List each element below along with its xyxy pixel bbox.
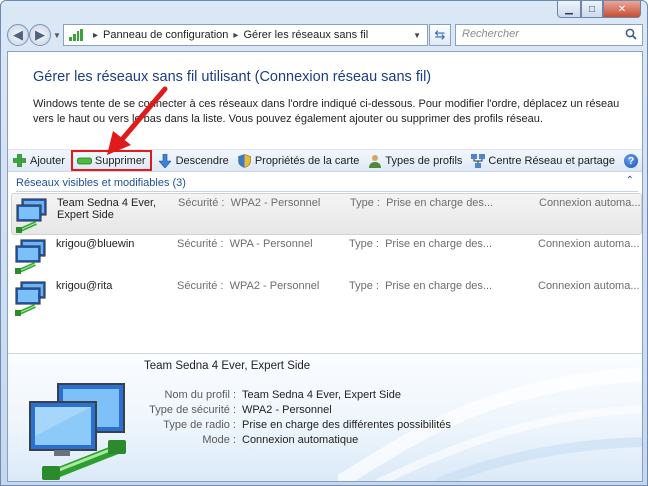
remove-label: Supprimer [94,154,146,167]
network-mode: Connexion automa... [538,238,640,250]
minimize-button[interactable]: ▁ [557,1,581,18]
history-dropdown[interactable]: ▼ [53,31,61,40]
add-label: Ajouter [30,154,65,167]
profile-types-label: Types de profils [385,154,463,167]
network-center-button[interactable]: Centre Réseau et partage [466,150,619,171]
help-icon[interactable]: ? [624,154,638,168]
move-down-label: Descendre [175,154,229,167]
background-swirl [338,367,642,481]
network-type: Type : Prise en charge des... [350,197,494,209]
details-radio: Type de radio : Prise en charge des diff… [163,419,451,431]
maximize-icon: □ [588,3,596,15]
details-profile: Nom du profil : Team Sedna 4 Ever, Exper… [164,389,401,401]
wireless-network-icon [15,239,46,274]
wireless-network-icon [15,281,46,316]
toolbar: Ajouter Supprimer Descendre Propriétés d… [8,149,642,172]
network-mode: Connexion automa... [539,197,641,209]
add-button[interactable]: Ajouter [8,150,69,171]
control-panel-icon [69,29,83,41]
adapter-properties-label: Propriétés de la carte [254,154,360,167]
network-security: Sécurité : WPA - Personnel [177,238,313,250]
network-name: krigou@bluewin [56,238,135,250]
breadcrumb-separator: ▸ [93,29,99,41]
details-pane: Team Sedna 4 Ever, Expert Side Nom du pr… [8,353,642,481]
network-security: Sécurité : WPA2 - Personnel [178,197,321,209]
network-row[interactable]: krigou@bluewin Sécurité : WPA - Personne… [11,235,642,277]
refresh-icon: ⇆ [434,27,446,42]
close-icon: ✕ [617,3,627,15]
network-row[interactable]: Team Sedna 4 Ever, Expert Side Sécurité … [11,193,642,235]
move-down-icon [158,153,173,168]
group-label: Réseaux visibles et modifiables (3) [16,177,186,189]
wireless-network-large-icon [29,383,126,480]
network-icon [470,153,485,168]
address-dropdown-icon[interactable]: ▼ [413,31,421,40]
back-button[interactable]: ◀ [7,24,29,46]
add-icon [12,153,27,168]
search-icon[interactable] [625,28,637,40]
minimize-icon: ▁ [565,3,573,15]
remove-button[interactable]: Supprimer [70,150,152,171]
remove-icon [76,153,92,168]
search-input[interactable]: Rechercher [455,24,643,46]
page-title: Gérer les réseaux sans fil utilisant (Co… [33,69,432,85]
content-area: Gérer les réseaux sans fil utilisant (Co… [7,51,643,482]
adapter-properties-button[interactable]: Propriétés de la carte [233,150,364,171]
breadcrumb-control-panel[interactable]: Panneau de configuration [103,29,228,41]
network-security: Sécurité : WPA2 - Personnel [177,280,320,292]
move-down-button[interactable]: Descendre [154,150,233,171]
network-name: Team Sedna 4 Ever, Expert Side [57,197,157,221]
back-arrow-icon: ◀ [13,27,23,42]
forward-arrow-icon: ▶ [35,27,45,42]
details-security: Type de sécurité : WPA2 - Personnel [149,404,332,416]
navigation-bar: ◀ ▶ ▼ ▸ Panneau de configuration ▸ Gérer… [7,23,643,47]
details-mode: Mode : Connexion automatique [202,434,359,446]
breadcrumb-wireless[interactable]: Gérer les réseaux sans fil [243,29,368,41]
network-center-label: Centre Réseau et partage [488,154,616,167]
chevron-up-icon[interactable]: ⌃ [626,175,634,186]
forward-button[interactable]: ▶ [29,24,51,46]
network-row[interactable]: krigou@rita Sécurité : WPA2 - Personnel … [11,277,642,319]
shield-icon [237,153,252,168]
caption-buttons: ▁ □ ✕ [557,1,641,18]
details-network-name: Team Sedna 4 Ever, Expert Side [144,360,311,372]
network-group-header[interactable]: Réseaux visibles et modifiables (3) ⌃ [16,175,638,192]
network-type: Type : Prise en charge des... [349,280,493,292]
group-divider [16,191,638,192]
refresh-button[interactable]: ⇆ [429,24,451,46]
profile-types-button[interactable]: Types de profils [363,150,466,171]
users-icon [367,153,382,168]
page-intro: Windows tente de se connecter à ces rése… [33,98,620,125]
network-name: krigou@rita [56,280,113,292]
network-type: Type : Prise en charge des... [349,238,493,250]
wireless-network-icon [16,198,47,233]
network-mode: Connexion automa... [538,280,640,292]
address-bar[interactable]: ▸ Panneau de configuration ▸ Gérer les r… [63,24,428,46]
close-button[interactable]: ✕ [603,1,641,18]
search-placeholder: Rechercher [462,28,519,40]
breadcrumb-separator: ▸ [233,29,239,41]
maximize-button[interactable]: □ [581,1,603,18]
window: ▁ □ ✕ ◀ ▶ ▼ ▸ Panneau de configuration ▸… [0,0,648,486]
